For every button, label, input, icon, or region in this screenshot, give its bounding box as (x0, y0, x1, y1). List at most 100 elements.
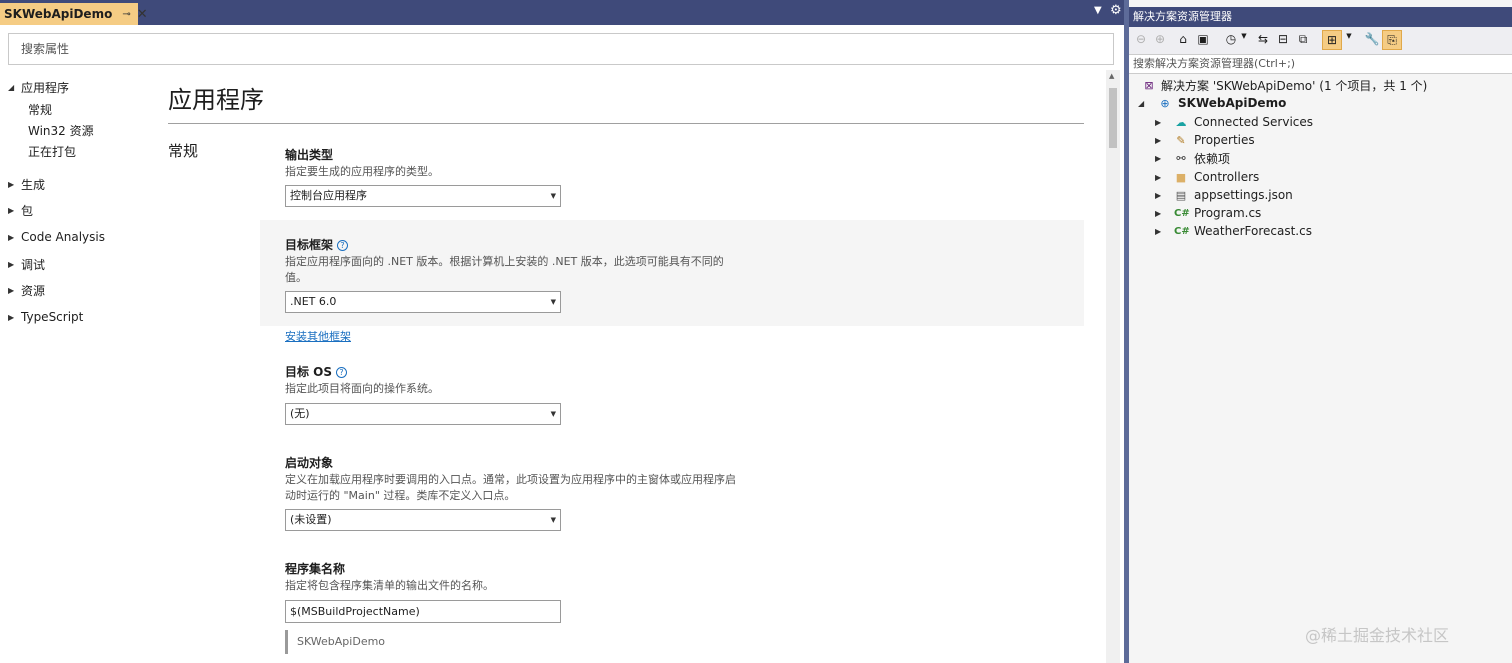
tree-row-controllers[interactable]: ▶ ■ Controllers (1129, 168, 1512, 186)
switch-views-icon[interactable]: ▣ (1195, 32, 1211, 48)
collapsed-triangle-icon[interactable]: ▶ (1155, 209, 1161, 218)
json-file-icon: ▤ (1175, 188, 1187, 202)
preview-selected-items-icon[interactable]: ⎘ (1382, 30, 1402, 50)
nav-item-application[interactable]: ◢ 应用程序 (8, 78, 69, 96)
item-label: Connected Services (1194, 115, 1314, 129)
nav-item-win32-resources[interactable]: Win32 资源 (28, 122, 94, 140)
target-os-value: (无) (290, 407, 310, 420)
tree-row-program-cs[interactable]: ▶ C# Program.cs (1129, 204, 1512, 222)
collapsed-triangle-icon[interactable]: ▶ (1155, 173, 1161, 182)
tree-view-toggle-icon[interactable]: ⊞ (1322, 30, 1342, 50)
scrollbar-thumb[interactable] (1109, 88, 1117, 148)
help-icon[interactable]: ? (336, 367, 348, 378)
page-title: 应用程序 (168, 86, 264, 114)
solution-explorer-panel: 解决方案资源管理器 ⊖ ⊕ ⌂ ▣ ◷ ▼ ⇆ ⊟ ⧉ ⊞ ▼ 🔧 ⎘ 搜索解决… (1129, 0, 1512, 663)
collapsed-triangle-icon[interactable]: ▶ (1155, 154, 1161, 163)
project-properties-document: SKWebApiDemo ⊸ ✕ ▼ ⚙ 搜索属性 ◢ 应用程序 常规 Win3… (0, 0, 1124, 663)
tree-row-project[interactable]: ◢ ⊕ SKWebApiDemo (1129, 94, 1512, 112)
nav-item-code-analysis[interactable]: ▶ Code Analysis (8, 228, 105, 246)
search-properties-input[interactable]: 搜索属性 (8, 33, 1114, 65)
startup-object-label: 启动对象 (285, 456, 334, 470)
tree-row-connected-services[interactable]: ▶ ☁ Connected Services (1129, 113, 1512, 131)
target-os-label: 目标 OS? (285, 363, 348, 380)
assembly-name-input[interactable]: $(MSBuildProjectName) (285, 600, 561, 623)
properties-content: 应用程序 常规 输出类型 指定要生成的应用程序的类型。 控制台应用程序 ▼ 目标… (150, 70, 1106, 663)
collapsed-triangle-icon[interactable]: ▶ (1155, 227, 1161, 236)
csharp-file-icon: C# (1174, 207, 1190, 219)
pin-icon[interactable]: ⊸ (122, 9, 130, 20)
nav-item-general[interactable]: 常规 (28, 101, 52, 119)
target-framework-group: 目标框架? 指定应用程序面向的 .NET 版本。根据计算机上安装的 .NET 版… (260, 220, 1084, 326)
scroll-up-icon[interactable]: ▲ (1109, 72, 1114, 80)
solution-explorer-title: 解决方案资源管理器 (1129, 7, 1512, 27)
nav-item-resources-label: 资源 (21, 283, 46, 298)
pending-changes-filter-icon[interactable]: ◷ (1223, 32, 1239, 48)
nav-item-package[interactable]: ▶ 包 (8, 201, 33, 219)
collapsed-triangle-icon: ▶ (8, 205, 15, 215)
close-icon[interactable]: ✕ (137, 7, 148, 22)
tab-list-dropdown-icon[interactable]: ▼ (1094, 5, 1102, 16)
output-type-description: 指定要生成的应用程序的类型。 (285, 165, 439, 178)
collapsed-triangle-icon: ▶ (8, 232, 15, 242)
chevron-down-icon: ▼ (550, 192, 556, 200)
nav-item-resources[interactable]: ▶ 资源 (8, 281, 45, 299)
startup-object-group: 启动对象 定义在加载应用程序时要调用的入口点。通常，此项设置为应用程序中的主窗体… (260, 448, 1084, 538)
install-other-frameworks-link[interactable]: 安装其他框架 (285, 328, 351, 344)
target-os-select[interactable]: (无) ▼ (285, 403, 561, 425)
expanded-triangle-icon[interactable]: ◢ (1138, 99, 1144, 108)
section-label-general: 常规 (168, 142, 199, 160)
collapsed-triangle-icon: ▶ (8, 285, 15, 295)
output-type-select[interactable]: 控制台应用程序 ▼ (285, 185, 561, 207)
chevron-down-icon: ▼ (550, 516, 556, 524)
output-type-label: 输出类型 (285, 148, 334, 162)
watermark: @稀土掘金技术社区 (1305, 626, 1450, 645)
nav-item-packaging[interactable]: 正在打包 (28, 143, 76, 161)
nav-item-debug[interactable]: ▶ 调试 (8, 255, 45, 273)
back-icon[interactable]: ⊖ (1134, 32, 1148, 48)
collapsed-triangle-icon[interactable]: ▶ (1155, 118, 1161, 127)
forward-icon[interactable]: ⊕ (1153, 32, 1167, 48)
collapse-all-icon[interactable]: ⊟ (1275, 32, 1291, 48)
collapsed-triangle-icon[interactable]: ▶ (1155, 136, 1161, 145)
nav-item-debug-label: 调试 (21, 257, 46, 272)
collapsed-triangle-icon[interactable]: ▶ (1155, 191, 1161, 200)
target-framework-label: 目标框架? (285, 236, 349, 253)
target-os-label-text: 目标 OS (285, 365, 333, 379)
folder-icon: ■ (1175, 170, 1187, 184)
chevron-down-icon[interactable]: ▼ (1344, 32, 1354, 48)
chevron-down-icon[interactable]: ▼ (1239, 32, 1249, 48)
solution-icon: ⊠ (1144, 78, 1154, 92)
nav-item-application-label: 应用程序 (21, 80, 70, 95)
startup-object-select[interactable]: (未设置) ▼ (285, 509, 561, 531)
tree-row-dependencies[interactable]: ▶ ⚯ 依赖项 (1129, 149, 1512, 167)
target-framework-value: .NET 6.0 (290, 295, 337, 308)
item-label: appsettings.json (1194, 188, 1293, 202)
nav-item-build-label: 生成 (21, 177, 46, 192)
chevron-down-icon: ▼ (550, 410, 556, 418)
vertical-scrollbar[interactable]: ▲ (1106, 70, 1120, 663)
home-icon[interactable]: ⌂ (1175, 32, 1191, 48)
nav-item-build[interactable]: ▶ 生成 (8, 175, 45, 193)
show-all-files-icon[interactable]: ⧉ (1295, 32, 1311, 48)
tree-row-properties[interactable]: ▶ ✎ Properties (1129, 131, 1512, 149)
solution-explorer-search-input[interactable]: 搜索解决方案资源管理器(Ctrl+;) (1129, 54, 1512, 74)
wrench-icon: ✎ (1176, 133, 1186, 147)
tree-row-appsettings[interactable]: ▶ ▤ appsettings.json (1129, 186, 1512, 204)
properties-wrench-icon[interactable]: 🔧 (1364, 32, 1380, 48)
assembly-name-label: 程序集名称 (285, 562, 346, 576)
collapsed-triangle-icon: ▶ (8, 179, 15, 189)
tab-title: SKWebApiDemo (4, 7, 113, 21)
nav-item-code-analysis-label: Code Analysis (21, 230, 105, 244)
gear-icon[interactable]: ⚙ (1110, 3, 1122, 18)
sync-with-document-icon[interactable]: ⇆ (1255, 32, 1271, 48)
tree-row-solution[interactable]: ⊠ 解决方案 'SKWebApiDemo' (1 个项目，共 1 个) (1129, 76, 1512, 94)
document-tab-skwebapidemo[interactable]: SKWebApiDemo ⊸ ✕ (0, 3, 148, 25)
tree-row-weatherforecast-cs[interactable]: ▶ C# WeatherForecast.cs (1129, 222, 1512, 240)
dependencies-icon: ⚯ (1176, 151, 1186, 165)
nav-item-typescript[interactable]: ▶ TypeScript (8, 308, 83, 326)
help-icon[interactable]: ? (337, 240, 349, 251)
target-framework-select[interactable]: .NET 6.0 ▼ (285, 291, 561, 313)
item-label: WeatherForecast.cs (1194, 224, 1312, 238)
collapsed-triangle-icon: ▶ (8, 259, 15, 269)
solution-label: 解决方案 'SKWebApiDemo' (1 个项目，共 1 个) (1161, 78, 1428, 93)
